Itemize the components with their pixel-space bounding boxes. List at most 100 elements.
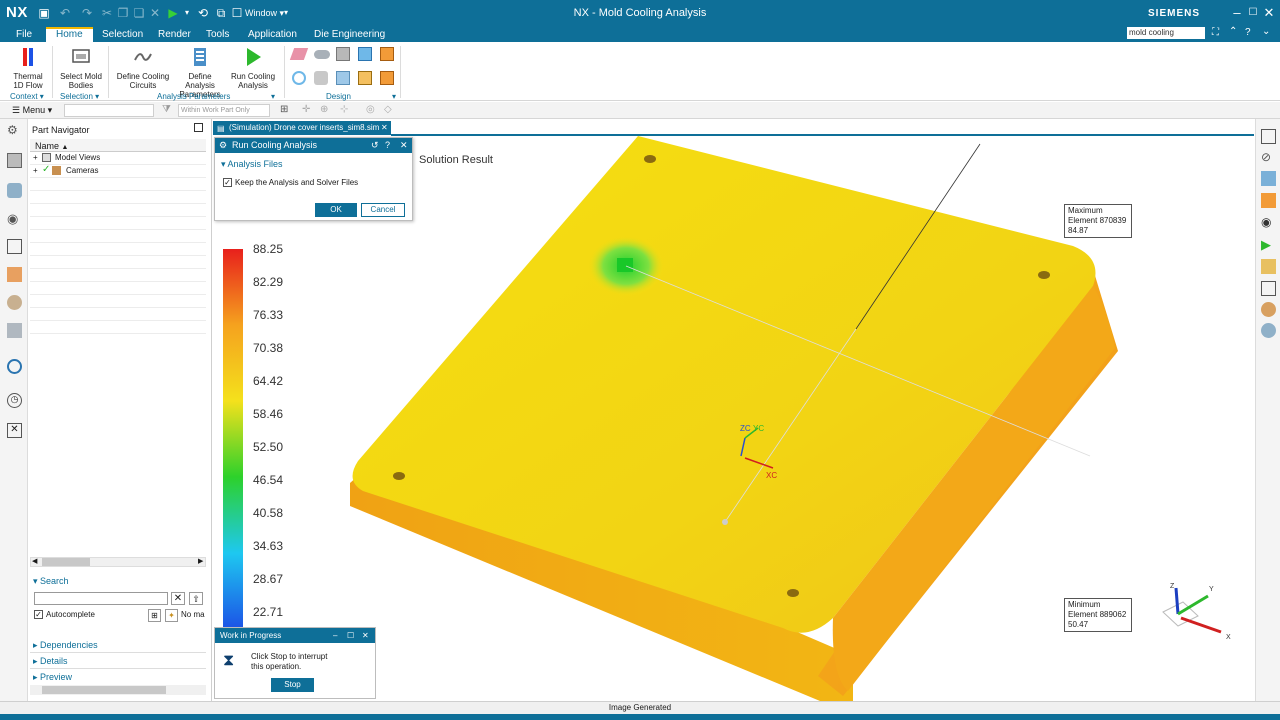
wip-maximize-icon[interactable]: ☐ xyxy=(347,628,354,643)
clear-search-button[interactable]: ✕ xyxy=(171,592,185,605)
group-analysis-more[interactable]: ▾ xyxy=(271,92,275,101)
ribbon-options-icon[interactable]: ⌄ xyxy=(1262,26,1270,37)
dialog-close-icon[interactable]: ✕ xyxy=(400,138,408,153)
scrollbar-thumb[interactable] xyxy=(42,558,90,566)
column-name-header[interactable]: Name ▲ xyxy=(35,141,68,151)
search-options-icon[interactable]: ⊞ xyxy=(148,609,161,622)
part-navigator-icon[interactable] xyxy=(7,153,22,168)
wcs-yc-label: YC xyxy=(753,424,765,433)
close-tab-icon[interactable]: ✕ xyxy=(381,121,388,135)
minimum-annotation[interactable]: Minimum Element 889062 50.47 xyxy=(1064,598,1132,632)
snap-quadrant-icon[interactable]: ◇ xyxy=(384,104,392,115)
part-top-face[interactable] xyxy=(352,136,1096,633)
scroll-left-icon[interactable]: ◀ xyxy=(32,557,37,565)
design-delete-icon[interactable] xyxy=(380,71,394,85)
type-filter-combo[interactable] xyxy=(64,104,154,117)
design-connector-icon[interactable] xyxy=(380,47,394,61)
hide-icon[interactable]: ⊘ xyxy=(1261,150,1276,165)
search-icon[interactable]: ⌕ xyxy=(1192,27,1198,40)
render-style-icon[interactable] xyxy=(1261,193,1276,208)
details-section-header[interactable]: ▸ Details xyxy=(33,656,68,667)
design-split-icon[interactable] xyxy=(336,71,350,85)
results-icon[interactable] xyxy=(1261,259,1276,274)
maximize-panel-icon[interactable] xyxy=(194,123,203,132)
design-baffle-icon[interactable] xyxy=(358,47,372,61)
reset-icon[interactable]: ↺ xyxy=(371,138,379,153)
assembly-navigator-icon[interactable] xyxy=(7,239,22,254)
search-filter-icon[interactable]: ✦ xyxy=(165,609,178,622)
tab-home[interactable]: Home xyxy=(46,27,93,42)
gear-icon[interactable]: ⚙ xyxy=(7,123,22,138)
design-combine-icon[interactable] xyxy=(358,71,372,85)
tab-application[interactable]: Application xyxy=(238,27,307,42)
hd3d-tools-icon[interactable] xyxy=(7,323,22,338)
keep-files-label: Keep the Analysis and Solver Files xyxy=(235,178,359,187)
tab-file[interactable]: File xyxy=(6,27,42,42)
run-cooling-analysis-button[interactable]: Run Cooling Analysis xyxy=(228,46,278,90)
filter-icon[interactable]: ⧩ xyxy=(162,104,171,115)
expand-icon[interactable]: + xyxy=(33,166,38,175)
snap-end-icon[interactable]: ⊕ xyxy=(320,104,328,115)
keep-files-checkbox[interactable]: ✓ xyxy=(223,178,232,187)
show-icon[interactable]: ◉ xyxy=(1261,215,1276,230)
stop-button[interactable]: Stop xyxy=(271,678,314,692)
constraint-navigator-icon[interactable] xyxy=(7,267,22,282)
analysis-files-section[interactable]: ▾ Analysis Files xyxy=(221,159,283,170)
tree-row[interactable]: + Model Views xyxy=(30,152,206,165)
wip-header: Work in Progress – ☐ ✕ xyxy=(215,628,375,643)
layer-icon[interactable] xyxy=(1261,171,1276,186)
web-browser-icon[interactable] xyxy=(7,359,22,374)
post-process-icon[interactable] xyxy=(1261,323,1276,338)
design-extend-icon[interactable] xyxy=(314,71,328,85)
history-icon[interactable]: ◷ xyxy=(7,393,22,408)
navigator-search-input[interactable] xyxy=(34,592,168,605)
reuse-library-icon[interactable] xyxy=(7,295,22,310)
wip-minimize-icon[interactable]: – xyxy=(333,628,337,643)
group-selection[interactable]: Selection ▾ xyxy=(60,92,99,101)
tab-tools[interactable]: Tools xyxy=(196,27,239,42)
snap-center-icon[interactable]: ◎ xyxy=(366,104,375,115)
group-design-more[interactable]: ▾ xyxy=(392,92,396,101)
expand-icon[interactable]: + xyxy=(33,153,38,162)
sim-file-tab[interactable]: (Simulation) Drone cover inserts_sim8.si… xyxy=(213,121,391,135)
scope-filter-combo[interactable]: Within Work Part Only xyxy=(178,104,270,117)
collapse-ribbon-icon[interactable]: ⌃ xyxy=(1229,26,1237,37)
tree-row[interactable]: + ✓ Cameras xyxy=(30,164,206,178)
ok-button[interactable]: OK xyxy=(315,203,357,217)
preview-section-header[interactable]: ▸ Preview xyxy=(33,672,72,683)
define-cooling-circuits-button[interactable]: Define Cooling Circuits xyxy=(114,46,172,90)
selection-options-icon[interactable]: ⊞ xyxy=(280,104,288,115)
dependencies-section-header[interactable]: ▸ Dependencies xyxy=(33,640,98,651)
sim-navigator-icon[interactable] xyxy=(7,183,22,198)
scroll-right-icon[interactable]: ▶ xyxy=(198,557,203,565)
autocomplete-checkbox[interactable]: ✓ xyxy=(34,610,43,619)
search-section-header[interactable]: ▾ Search xyxy=(33,576,69,587)
solve-icon[interactable]: ▶ xyxy=(1261,237,1276,252)
design-block-icon[interactable] xyxy=(336,47,350,61)
snap-point-icon[interactable]: ✛ xyxy=(302,104,310,115)
bottom-scrollbar-thumb[interactable] xyxy=(42,686,166,694)
animation-icon[interactable] xyxy=(1261,302,1276,317)
cancel-button[interactable]: Cancel xyxy=(361,203,405,217)
maximum-annotation[interactable]: Maximum Element 870839 84.87 xyxy=(1064,204,1132,238)
group-context[interactable]: Context ▾ xyxy=(10,92,44,101)
wip-close-icon[interactable]: ✕ xyxy=(362,628,369,643)
tab-render[interactable]: Render xyxy=(148,27,201,42)
roles-icon[interactable]: ✕ xyxy=(7,423,22,438)
report-icon[interactable] xyxy=(1261,281,1276,296)
fullscreen-icon[interactable]: ⛶ xyxy=(1212,27,1219,38)
menu-button[interactable]: ☰ Menu ▾ xyxy=(12,105,52,116)
properties-icon[interactable] xyxy=(1261,129,1276,144)
close-window-button[interactable]: ✕ xyxy=(1260,4,1278,22)
tab-die-engineering[interactable]: Die Engineering xyxy=(304,27,395,42)
design-sketch-icon[interactable] xyxy=(292,71,306,85)
dialog-help-icon[interactable]: ? xyxy=(385,138,390,153)
select-mold-bodies-button[interactable]: Select Mold Bodies xyxy=(58,46,104,90)
design-pipe-icon[interactable] xyxy=(314,50,330,59)
search-up-button[interactable]: ⇧ xyxy=(189,592,203,605)
tab-selection[interactable]: Selection xyxy=(92,27,153,42)
snap-mid-icon[interactable]: ⊹ xyxy=(340,104,348,115)
thermal-1d-flow-button[interactable]: Thermal 1D Flow xyxy=(8,46,48,90)
help-icon[interactable]: ? xyxy=(1245,27,1251,38)
eye-icon[interactable]: ◉ xyxy=(7,211,22,226)
